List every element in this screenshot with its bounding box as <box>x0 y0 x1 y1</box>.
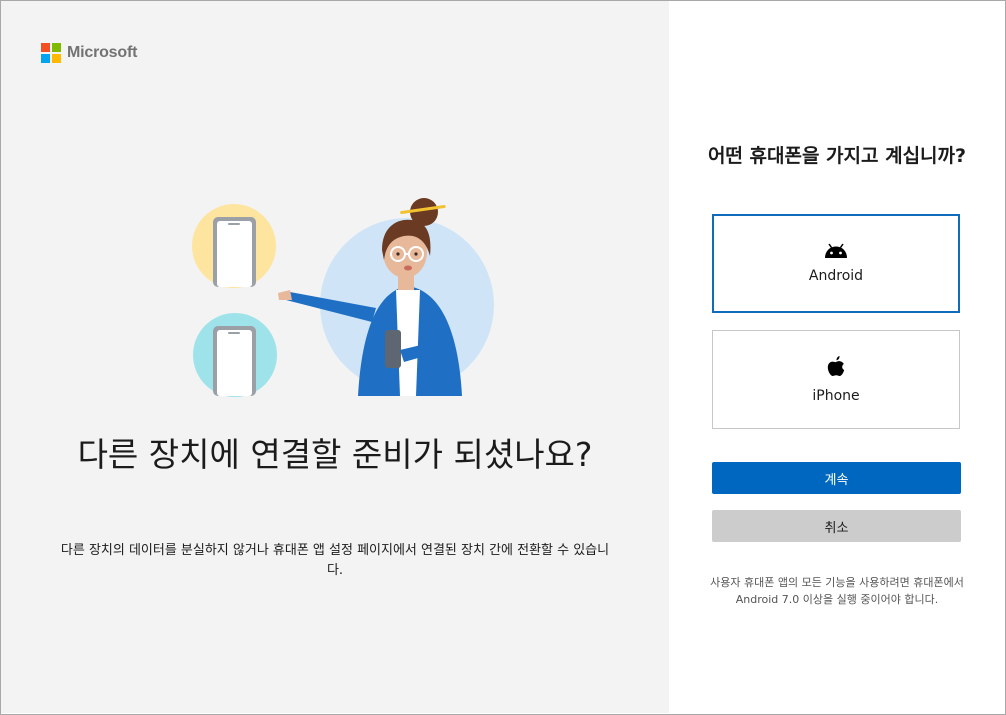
android-option[interactable]: Android <box>712 214 960 313</box>
cancel-button[interactable]: 취소 <box>712 510 961 542</box>
page-title: 다른 장치에 연결할 준비가 되셨나요? <box>77 435 593 474</box>
iphone-option-label: iPhone <box>812 388 860 404</box>
brand-name: Microsoft <box>67 44 138 61</box>
microsoft-logo: Microsoft <box>41 43 137 63</box>
page-description: 다른 장치의 데이터를 분실하지 않거나 휴대폰 앱 설정 페이지에서 연결된 … <box>60 543 610 578</box>
android-icon <box>825 243 847 258</box>
microsoft-logo-icon <box>41 43 61 63</box>
continue-button[interactable]: 계속 <box>712 462 961 494</box>
apple-icon <box>827 356 845 376</box>
requirement-note: 사용자 휴대폰 앱의 모든 기능을 사용하려면 휴대폰에서 Android 7.… <box>710 576 964 606</box>
android-option-label: Android <box>808 268 864 284</box>
iphone-option[interactable]: iPhone <box>712 330 960 429</box>
phone-link-illustration <box>192 198 494 397</box>
phone-type-question: 어떤 휴대폰을 가지고 계십니까? <box>707 145 967 167</box>
